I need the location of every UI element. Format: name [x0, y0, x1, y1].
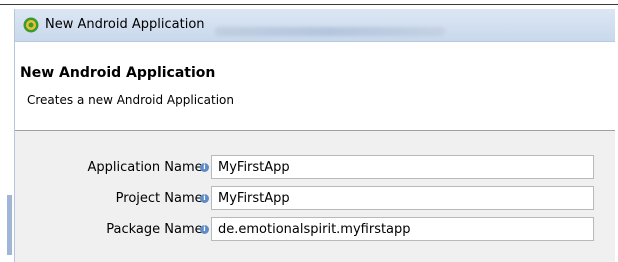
application-name-input[interactable]: [211, 155, 594, 179]
project-name-row: Project Name: i: [15, 186, 615, 212]
background-editor-strip: [0, 5, 14, 262]
info-icon: i: [200, 225, 209, 234]
package-name-label: Package Name:: [106, 222, 207, 237]
package-name-row: Package Name: i: [15, 217, 615, 243]
info-icon: i: [200, 194, 209, 203]
project-name-input[interactable]: [211, 186, 594, 210]
dialog-title: New Android Application: [45, 17, 205, 32]
info-icon: i: [200, 163, 209, 172]
application-name-row: Application Name: i: [15, 155, 615, 181]
package-name-input[interactable]: [211, 217, 594, 241]
top-divider: [0, 4, 618, 5]
wizard-form: Application Name: i Project Name: i Pack…: [15, 131, 615, 262]
dialog-titlebar[interactable]: New Android Application: [15, 9, 615, 42]
background-editor-marker: [7, 195, 12, 255]
project-name-label: Project Name:: [115, 191, 207, 206]
android-app-icon: [23, 17, 39, 33]
application-name-label: Application Name:: [87, 160, 207, 175]
new-android-application-dialog: New Android Application New Android Appl…: [14, 9, 615, 262]
wizard-page-description: Creates a new Android Application: [27, 93, 234, 107]
blurred-background-text: [215, 27, 445, 36]
wizard-page-title: New Android Application: [20, 65, 216, 81]
wizard-header: New Android Application Creates a new An…: [15, 42, 615, 131]
